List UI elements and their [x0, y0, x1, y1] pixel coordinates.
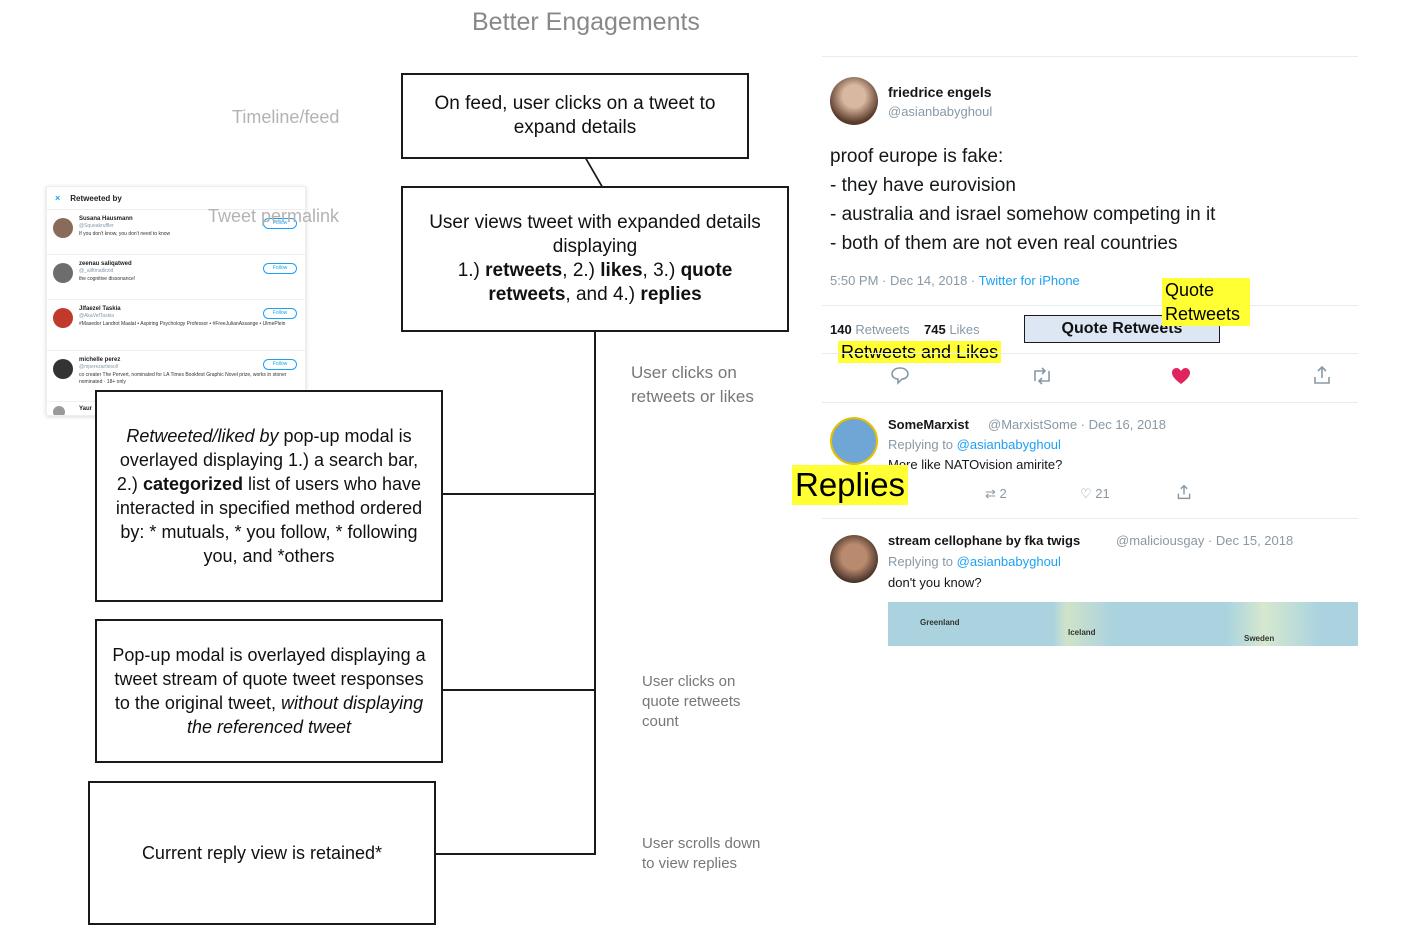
- step-text: Pop-up modal is overlayed displaying a t…: [112, 645, 426, 737]
- close-icon[interactable]: ×: [55, 193, 60, 203]
- heart-icon: ♡: [1080, 486, 1092, 501]
- reply-author-handle: @MarxistSome · Dec 16, 2018: [988, 417, 1166, 432]
- step-text: On feed, user clicks on a tweet to expan…: [434, 93, 716, 138]
- avatar: [53, 406, 65, 415]
- user-handle: @mperezartiesoll: [79, 364, 118, 370]
- step-box-expand: On feed, user clicks on a tweet to expan…: [401, 73, 749, 159]
- retweets-likes-highlight: Retweets and Likes: [838, 341, 1002, 363]
- user-bio: the cognitive dissonance!: [79, 276, 136, 282]
- connector-vertical: [594, 330, 596, 854]
- user-name: Jlfaezel Taskia: [79, 306, 121, 312]
- share-icon[interactable]: [1176, 484, 1192, 505]
- reply-author-handle: @maliciousgay · Dec 15, 2018: [1116, 533, 1294, 548]
- reply-author-name[interactable]: SomeMarxist: [888, 417, 969, 432]
- tweet-author-handle[interactable]: @asianbabyghoul: [888, 104, 992, 119]
- reply-author-name[interactable]: stream cellophane by fka twigs: [888, 533, 1080, 548]
- avatar: [830, 535, 878, 583]
- tweet-timestamp: 5:50 PM · Dec 14, 2018 · Twitter for iPh…: [830, 273, 1080, 288]
- reply-retweet-count[interactable]: ⇄ 2: [985, 486, 1007, 502]
- modal-title: Retweeted by: [70, 193, 122, 203]
- step-box-quote-stream: Pop-up modal is overlayed displaying a t…: [95, 619, 443, 763]
- reply-like-count[interactable]: ♡ 21: [1080, 486, 1110, 502]
- follow-button[interactable]: Follow: [263, 308, 297, 319]
- reply-text: don't you know?: [888, 575, 982, 590]
- divider: [822, 402, 1358, 403]
- avatar: [830, 77, 878, 125]
- avatar: [53, 218, 73, 238]
- connector-b1-b2: [584, 157, 605, 189]
- tweet-text: proof europe is fake: - they have eurovi…: [830, 146, 1216, 254]
- map-image: Greenland Iceland Sweden: [888, 602, 1358, 646]
- user-bio: If you don't know, you don't need to kno…: [79, 231, 171, 237]
- map-label: Iceland: [1068, 628, 1096, 637]
- likes-label[interactable]: Likes: [949, 322, 979, 337]
- list-item: zeenau saliqatwed @_aliftmatlirzid the c…: [47, 255, 305, 300]
- connector-to-b5: [435, 853, 596, 855]
- step-box-replies: Current reply view is retained*: [88, 781, 436, 925]
- follow-button[interactable]: Follow: [263, 359, 297, 370]
- tweet-stats: 140 Retweets 745 Likes: [830, 322, 980, 337]
- connector-to-b3: [441, 493, 596, 495]
- connector-to-b4: [441, 689, 596, 691]
- avatar: [53, 263, 73, 283]
- user-handle: @Squeakruffler: [79, 223, 114, 229]
- user-name: zeenau saliqatwed: [79, 261, 132, 267]
- map-label: Greenland: [920, 618, 960, 627]
- like-heart-icon[interactable]: [1171, 367, 1191, 390]
- retweet-icon[interactable]: [1031, 367, 1053, 390]
- user-handle: @AkaVefTaskia: [79, 313, 115, 319]
- user-handle: @_aliftmatlirzid: [79, 268, 114, 274]
- divider: [822, 305, 1358, 306]
- user-bio: #Masedor Landrot Maalat • Aspiring Psych…: [79, 321, 286, 327]
- retweets-count[interactable]: 140: [830, 322, 852, 337]
- likes-count[interactable]: 745: [924, 322, 946, 337]
- avatar: [830, 417, 878, 465]
- retweets-label[interactable]: Retweets: [855, 322, 909, 337]
- tweet-source-link[interactable]: Twitter for iPhone: [979, 273, 1080, 288]
- tweet-author-name[interactable]: friedrice engels: [888, 84, 992, 100]
- avatar: [53, 359, 73, 379]
- note-retweets-likes: User clicks on retweets or likes: [631, 363, 754, 406]
- divider: [822, 56, 1358, 57]
- replies-highlight: Replies: [792, 465, 909, 505]
- permalink-label: Tweet permalink: [208, 206, 340, 226]
- timeline-label: Timeline/feed: [232, 107, 340, 127]
- retweet-icon: ⇄: [985, 486, 996, 501]
- follow-button[interactable]: Follow: [263, 263, 297, 274]
- step-box-modal: Retweeted/liked by pop-up modal is overl…: [95, 390, 443, 602]
- note-scroll-replies: User scrolls down to view replies: [642, 835, 761, 872]
- quote-retweets-highlight: Quote Retweets: [1162, 278, 1250, 326]
- user-name: michelle perez: [79, 357, 121, 363]
- step-text: Current reply view is retained*: [141, 843, 383, 863]
- divider: [822, 353, 1358, 354]
- reply-context: Replying to @asianbabyghoul: [888, 554, 1061, 569]
- user-name: Yaur: [79, 406, 93, 412]
- avatar: [53, 308, 73, 328]
- step-box-details: User views tweet with expanded details d…: [401, 186, 789, 332]
- step-text: User views tweet with expanded details d…: [429, 212, 761, 305]
- step-text: Retweeted/liked by pop-up modal is overl…: [115, 426, 423, 566]
- user-name: Susana Hausmann: [79, 216, 133, 222]
- reply-text: More like NATOvision amirite?: [888, 457, 1063, 472]
- note-quote-retweets: User clicks on quote retweets count: [642, 673, 741, 730]
- reply-icon[interactable]: [890, 365, 910, 390]
- share-icon[interactable]: [1312, 365, 1332, 390]
- list-item: Jlfaezel Taskia @AkaVefTaskia #Masedor L…: [47, 300, 305, 351]
- map-label: Sweden: [1244, 634, 1275, 643]
- user-bio: co creater The Pervert, nominated for LA…: [79, 372, 287, 385]
- diagram-title: Better Engagements: [472, 8, 700, 36]
- divider: [822, 518, 1358, 519]
- reply-context: Replying to @asianbabyghoul: [888, 437, 1061, 452]
